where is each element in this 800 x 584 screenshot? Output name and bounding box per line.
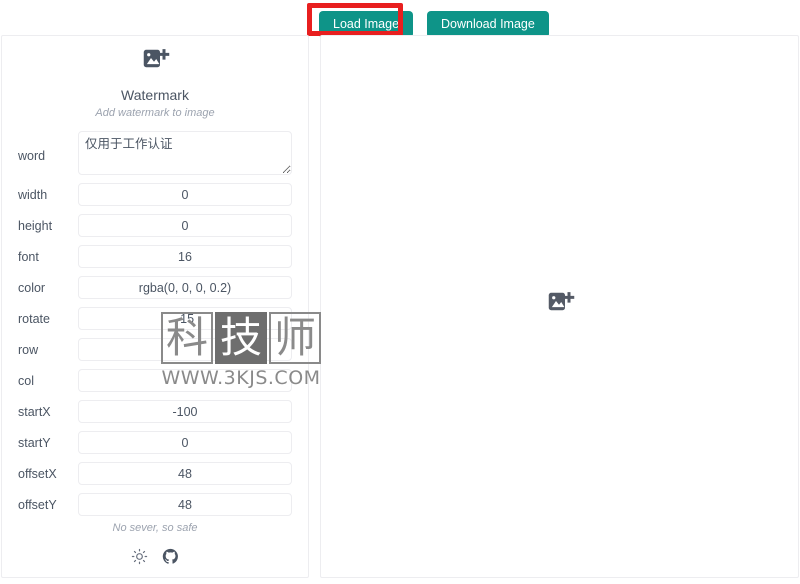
- color-input[interactable]: [78, 276, 292, 299]
- form-row-col: col: [18, 369, 292, 392]
- safety-note: No sever, so safe: [112, 522, 198, 534]
- footer-icon-row: [2, 548, 308, 565]
- width-input[interactable]: [78, 183, 292, 206]
- label-rotate: rotate: [18, 311, 50, 326]
- rotate-input[interactable]: [78, 307, 292, 330]
- page-title: Watermark: [121, 87, 189, 103]
- startx-input[interactable]: [78, 400, 292, 423]
- label-color: color: [18, 280, 46, 295]
- panel-header: Watermark Add watermark to image: [2, 36, 308, 119]
- watermark-form: word width height font color rotate row: [2, 131, 308, 516]
- label-offsety: offsetY: [18, 497, 57, 512]
- form-row-rotate: rotate: [18, 307, 292, 330]
- page-subtitle: Add watermark to image: [95, 107, 215, 119]
- label-starty: startY: [18, 435, 51, 450]
- top-toolbar: Load Image Download Image: [0, 0, 800, 38]
- label-startx: startX: [18, 404, 51, 419]
- label-word: word: [18, 149, 46, 163]
- form-row-font: font: [18, 245, 292, 268]
- label-height: height: [18, 218, 53, 233]
- form-row-offsetx: offsetX: [18, 462, 292, 485]
- label-row: row: [18, 342, 39, 357]
- form-row-startx: startX: [18, 400, 292, 423]
- col-input[interactable]: [78, 369, 292, 392]
- load-image-button[interactable]: Load Image: [319, 11, 414, 38]
- form-row-height: height: [18, 214, 292, 237]
- label-col: col: [18, 373, 34, 388]
- offsetx-input[interactable]: [78, 462, 292, 485]
- add-image-icon[interactable]: [545, 289, 575, 324]
- download-image-button[interactable]: Download Image: [427, 11, 549, 38]
- form-row-width: width: [18, 183, 292, 206]
- form-row-row: row: [18, 338, 292, 361]
- label-offsetx: offsetX: [18, 466, 57, 481]
- form-row-color: color: [18, 276, 292, 299]
- settings-panel: Watermark Add watermark to image word wi…: [1, 35, 309, 578]
- word-textarea[interactable]: [78, 131, 292, 175]
- label-font: font: [18, 249, 39, 264]
- form-row-word: word: [18, 131, 292, 175]
- starty-input[interactable]: [78, 431, 292, 454]
- row-input[interactable]: [78, 338, 292, 361]
- offsety-input[interactable]: [78, 493, 292, 516]
- height-input[interactable]: [78, 214, 292, 237]
- add-image-icon: [2, 46, 308, 81]
- form-row-starty: startY: [18, 431, 292, 454]
- label-width: width: [18, 187, 48, 202]
- font-input[interactable]: [78, 245, 292, 268]
- sun-icon[interactable]: [131, 548, 148, 565]
- github-icon[interactable]: [162, 548, 179, 565]
- form-row-offsety: offsetY: [18, 493, 292, 516]
- image-preview-panel[interactable]: [320, 35, 799, 578]
- panel-footer: No sever, so safe: [2, 522, 308, 565]
